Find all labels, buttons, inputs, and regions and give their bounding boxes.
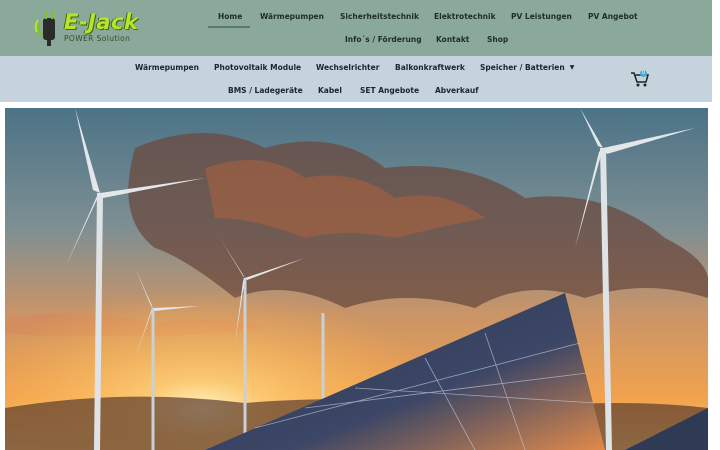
nav-elektrotechnik[interactable]: Elektrotechnik (434, 12, 496, 21)
category-waermepumpen[interactable]: Wärmepumpen (135, 63, 199, 72)
category-balkonkraftwerk[interactable]: Balkonkraftwerk (395, 63, 465, 72)
category-speicher-label: Speicher / Batterien (480, 63, 565, 72)
nav-waermepumpen[interactable]: Wärmepumpen (260, 12, 324, 21)
nav-pv-angebot[interactable]: PV Angebot (588, 12, 638, 21)
category-kabel[interactable]: Kabel (318, 86, 342, 95)
nav-kontakt[interactable]: Kontakt (436, 35, 469, 44)
category-set-angebote[interactable]: SET Angebote (360, 86, 419, 95)
cart-count-badge: 0 (640, 70, 647, 77)
category-wechselrichter[interactable]: Wechselrichter (316, 63, 379, 72)
logo-wordmark: E-Jack (64, 10, 139, 34)
nav-shop[interactable]: Shop (487, 35, 508, 44)
nav-sicherheitstechnik[interactable]: Sicherheitstechnik (340, 12, 419, 21)
logo-tagline: POWER Solution (64, 34, 131, 43)
site-header: E-Jack POWER Solution Home Wärmepumpen S… (0, 0, 712, 56)
nav-home[interactable]: Home (218, 12, 242, 21)
active-nav-indicator (208, 26, 250, 28)
plug-icon (34, 12, 55, 46)
category-abverkauf[interactable]: Abverkauf (435, 86, 479, 95)
hero-image (5, 108, 708, 450)
category-speicher-batterien[interactable]: Speicher / Batterien ▼ (480, 63, 574, 72)
nav-pv-leistungen[interactable]: PV Leistungen (511, 12, 572, 21)
wind-solar-sunset-illustration (5, 108, 708, 450)
shop-category-nav: Wärmepumpen Photovoltaik Module Wechselr… (0, 56, 712, 102)
nav-infos-foerderung[interactable]: Info´s / Förderung (345, 35, 422, 44)
primary-nav: Home Wärmepumpen Sicherheitstechnik Elek… (200, 0, 660, 56)
site-logo[interactable]: E-Jack POWER Solution (34, 10, 146, 46)
category-photovoltaik-module[interactable]: Photovoltaik Module (214, 63, 301, 72)
category-bms-ladegeraete[interactable]: BMS / Ladegeräte (228, 86, 303, 95)
chevron-down-icon: ▼ (569, 64, 575, 71)
